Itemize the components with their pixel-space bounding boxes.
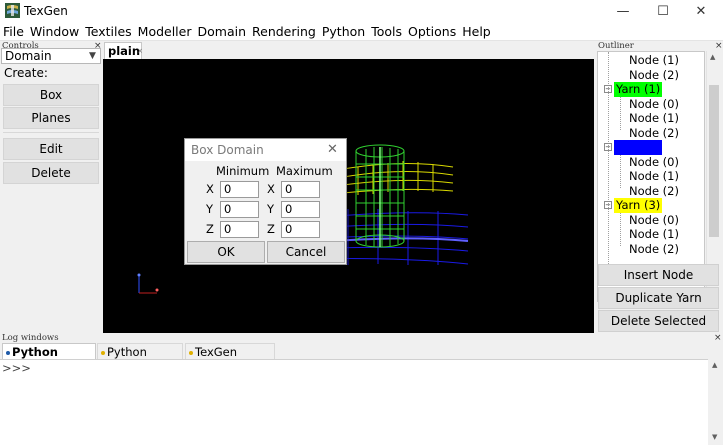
- tab-texgen-output[interactable]: TexGen Output: [185, 343, 275, 375]
- tab-plain-label: plain: [108, 44, 141, 58]
- tree-node[interactable]: Node (2): [629, 184, 679, 199]
- collapse-icon[interactable]: −: [604, 85, 612, 93]
- ok-button[interactable]: OK: [187, 241, 265, 263]
- outliner-panel: Outliner × Node (1) Node (2) − Yarn (1) …: [596, 42, 723, 333]
- dialog-title-bar: Box Domain ✕: [185, 139, 346, 161]
- log-windows-panel: Log windows × Python Console Python Outp…: [0, 334, 723, 445]
- menu-domain[interactable]: Domain: [195, 22, 250, 40]
- menu-bar: File Window Textiles Modeller Domain Ren…: [0, 22, 723, 41]
- duplicate-yarn-button[interactable]: Duplicate Yarn: [598, 287, 719, 309]
- menu-window[interactable]: Window: [27, 22, 82, 40]
- scrollbar-thumb[interactable]: [709, 85, 719, 237]
- tab-plain[interactable]: plain ×: [104, 42, 143, 59]
- console-prompt: >>>: [2, 361, 31, 375]
- create-label: Create:: [4, 66, 48, 80]
- dialog-title: Box Domain: [191, 143, 264, 157]
- cancel-button[interactable]: Cancel: [267, 241, 345, 263]
- output-tab-icon: [101, 350, 105, 355]
- log-close-button[interactable]: ×: [714, 334, 722, 343]
- collapse-icon[interactable]: −: [604, 201, 612, 209]
- menu-file[interactable]: File: [0, 22, 27, 40]
- domain-select[interactable]: Domain ▼: [1, 48, 101, 64]
- tree-node[interactable]: Node (1): [629, 169, 679, 184]
- create-box-button[interactable]: Box: [3, 84, 99, 106]
- texgen-app-icon: [5, 3, 20, 18]
- menu-options[interactable]: Options: [405, 22, 459, 40]
- menu-rendering[interactable]: Rendering: [249, 22, 319, 40]
- tree-yarn-3[interactable]: Yarn (3): [614, 198, 663, 213]
- outliner-panel-title: Outliner: [598, 41, 634, 51]
- menu-python[interactable]: Python: [319, 22, 368, 40]
- tree-yarn-2[interactable]: Yarn (2): [614, 140, 663, 155]
- close-window-button[interactable]: ✕: [678, 0, 723, 22]
- insert-node-button[interactable]: Insert Node: [598, 264, 719, 286]
- delete-domain-button[interactable]: Delete: [3, 162, 99, 184]
- box-domain-dialog: Box Domain ✕ Minimum Maximum X 0 X 0 Y 0…: [184, 138, 347, 265]
- max-x-input[interactable]: 0: [281, 181, 320, 198]
- tree-node[interactable]: Node (0): [629, 155, 679, 170]
- python-console-input[interactable]: >>>: [0, 359, 708, 445]
- menu-tools[interactable]: Tools: [368, 22, 405, 40]
- log-panel-title: Log windows: [2, 333, 59, 343]
- tree-node[interactable]: Node (1): [629, 111, 679, 126]
- output-tab-icon: [189, 350, 193, 355]
- tree-node[interactable]: Node (2): [629, 242, 679, 257]
- textile-render: [137, 144, 469, 294]
- tree-node[interactable]: Node (0): [629, 213, 679, 228]
- collapse-icon[interactable]: −: [604, 143, 612, 151]
- 3d-viewport[interactable]: [103, 59, 594, 333]
- min-x-label: X: [206, 182, 214, 196]
- min-z-input[interactable]: 0: [220, 221, 259, 238]
- close-icon[interactable]: ✕: [327, 142, 338, 157]
- tree-node[interactable]: Node (2): [629, 68, 679, 83]
- min-y-label: Y: [206, 202, 214, 216]
- tab-python-output[interactable]: Python Output: [97, 343, 183, 375]
- tree-node[interactable]: Node (0): [629, 97, 679, 112]
- max-z-label: Z: [267, 222, 275, 236]
- window-title: TexGen: [24, 4, 68, 18]
- min-y-input[interactable]: 0: [220, 201, 259, 218]
- edit-domain-button[interactable]: Edit: [3, 138, 99, 160]
- outliner-close-button[interactable]: ×: [715, 42, 723, 51]
- tree-node[interactable]: Node (2): [629, 126, 679, 141]
- menu-modeller[interactable]: Modeller: [135, 22, 195, 40]
- console-tab-icon: [6, 350, 10, 355]
- title-bar: TexGen — ☐ ✕: [0, 0, 723, 22]
- maximum-header: Maximum: [276, 164, 333, 178]
- delete-selected-button[interactable]: Delete Selected: [598, 310, 719, 332]
- tree-node[interactable]: Node (1): [629, 227, 679, 242]
- divider: [3, 132, 99, 133]
- console-scrollbar[interactable]: ▲ ▼: [708, 359, 723, 445]
- domain-select-value: Domain: [5, 49, 52, 63]
- max-x-label: X: [267, 182, 275, 196]
- scroll-down-icon[interactable]: ▼: [712, 433, 717, 441]
- tab-python-console[interactable]: Python Console: [2, 343, 96, 375]
- max-z-input[interactable]: 0: [281, 221, 320, 238]
- axes-icon: [137, 273, 159, 294]
- max-y-input[interactable]: 0: [281, 201, 320, 218]
- scroll-up-icon[interactable]: ▲: [710, 53, 715, 61]
- menu-textiles[interactable]: Textiles: [82, 22, 134, 40]
- scroll-up-icon[interactable]: ▲: [712, 361, 717, 369]
- tab-close-icon[interactable]: ×: [137, 47, 143, 55]
- chevron-down-icon: ▼: [89, 51, 96, 61]
- menu-help[interactable]: Help: [459, 22, 494, 40]
- create-planes-button[interactable]: Planes: [3, 107, 99, 129]
- min-z-label: Z: [206, 222, 214, 236]
- tree-node[interactable]: Node (1): [629, 53, 679, 68]
- max-y-label: Y: [267, 202, 275, 216]
- tree-yarn-1[interactable]: Yarn (1): [614, 82, 663, 97]
- min-x-input[interactable]: 0: [220, 181, 259, 198]
- minimum-header: Minimum: [216, 164, 270, 178]
